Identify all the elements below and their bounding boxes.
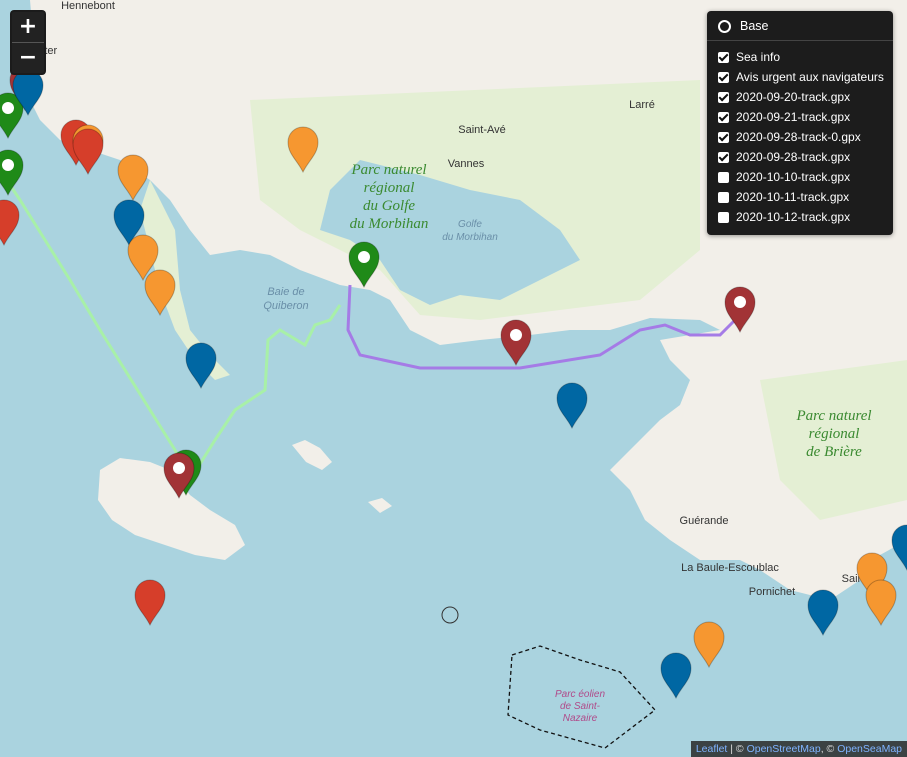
- baie-label-2: Quiberon: [263, 300, 308, 312]
- place-hennebont: Hennebont: [61, 0, 115, 12]
- overlay-list: Sea info Avis urgent aux navigateurs 2020-…: [707, 47, 893, 227]
- overlay-checkbox[interactable]: [718, 51, 729, 63]
- attribution: Leaflet | © OpenStreetMap, © OpenSeaMap: [690, 741, 907, 757]
- overlay-row[interactable]: 2020-09-21-track.gpx: [707, 107, 893, 127]
- marker-dot: [510, 329, 522, 341]
- place-la-baule: La Baule-Escoublac: [681, 562, 779, 574]
- base-radio[interactable]: [718, 19, 731, 33]
- marker-dot: [2, 159, 14, 171]
- overlay-label: Avis urgent aux navigateurs: [736, 70, 884, 84]
- park-morbihan-label-3: du Golfe: [363, 198, 415, 214]
- baie-label-1: Baie de: [267, 286, 304, 298]
- osm-link[interactable]: OpenStreetMap: [747, 743, 821, 755]
- overlay-row[interactable]: 2020-09-28-track-0.gpx: [707, 127, 893, 147]
- leaflet-link[interactable]: Leaflet: [696, 743, 728, 755]
- golfe-label-1: Golfe: [458, 219, 482, 230]
- marker-dot: [734, 296, 746, 308]
- overlay-label: 2020-09-20-track.gpx: [736, 90, 851, 104]
- place-saint-ave: Saint-Avé: [458, 124, 506, 136]
- overlay-checkbox[interactable]: [718, 111, 729, 123]
- attrib-sep-2: , ©: [820, 743, 838, 755]
- base-layer-option[interactable]: Base: [707, 17, 893, 41]
- place-vannes: Vannes: [448, 158, 485, 170]
- overlay-checkbox[interactable]: [718, 151, 729, 163]
- park-briere-label-1: Parc naturel: [795, 408, 871, 424]
- overlay-checkbox[interactable]: [718, 131, 729, 143]
- overlay-row[interactable]: 2020-10-11-track.gpx: [707, 187, 893, 207]
- overlay-label: 2020-09-21-track.gpx: [736, 110, 851, 124]
- overlay-row[interactable]: Avis urgent aux navigateurs: [707, 67, 893, 87]
- park-briere-label-2: régional: [809, 426, 860, 442]
- overlay-label: Sea info: [736, 50, 781, 64]
- overlay-row[interactable]: 2020-09-28-track.gpx: [707, 147, 893, 167]
- park-morbihan-label-4: du Morbihan: [350, 216, 429, 232]
- overlay-row[interactable]: 2020-10-10-track.gpx: [707, 167, 893, 187]
- place-larre: Larré: [629, 99, 655, 111]
- zoom-control: + −: [10, 10, 46, 75]
- park-morbihan-label-1: Parc naturel: [350, 162, 426, 178]
- place-pornichet: Pornichet: [749, 586, 795, 598]
- overlay-checkbox[interactable]: [718, 171, 729, 183]
- overlay-row[interactable]: Sea info: [707, 47, 893, 67]
- eolien-label-2: de Saint-: [560, 701, 601, 712]
- overlay-checkbox[interactable]: [718, 191, 729, 203]
- overlay-label: 2020-10-10-track.gpx: [736, 170, 851, 184]
- golfe-label-2: du Morbihan: [442, 232, 498, 243]
- park-morbihan-label-2: régional: [364, 180, 415, 196]
- layers-control: Base Sea info Avis urgent aux navigateurs…: [707, 11, 893, 235]
- place-guerande: Guérande: [680, 515, 729, 527]
- overlay-label: 2020-10-12-track.gpx: [736, 210, 851, 224]
- marker-dot: [173, 462, 185, 474]
- marker-dot: [358, 251, 370, 263]
- overlay-label: 2020-10-11-track.gpx: [736, 190, 850, 204]
- eolien-label-3: Nazaire: [563, 713, 598, 724]
- openseamap-link[interactable]: OpenSeaMap: [837, 743, 902, 755]
- eolien-label-1: Parc éolien: [555, 689, 605, 700]
- overlay-checkbox[interactable]: [718, 91, 729, 103]
- marker-dot: [2, 102, 14, 114]
- overlay-row[interactable]: 2020-09-20-track.gpx: [707, 87, 893, 107]
- park-briere-label-3: de Brière: [806, 444, 862, 460]
- overlay-checkbox[interactable]: [718, 211, 729, 223]
- base-label: Base: [740, 19, 769, 33]
- attrib-sep-1: | ©: [727, 743, 747, 755]
- zoom-in-button[interactable]: +: [12, 12, 44, 43]
- overlay-label: 2020-09-28-track.gpx: [736, 150, 851, 164]
- overlay-checkbox[interactable]: [718, 71, 729, 83]
- zoom-out-button[interactable]: −: [12, 43, 44, 73]
- overlay-label: 2020-09-28-track-0.gpx: [736, 130, 861, 144]
- overlay-row[interactable]: 2020-10-12-track.gpx: [707, 207, 893, 227]
